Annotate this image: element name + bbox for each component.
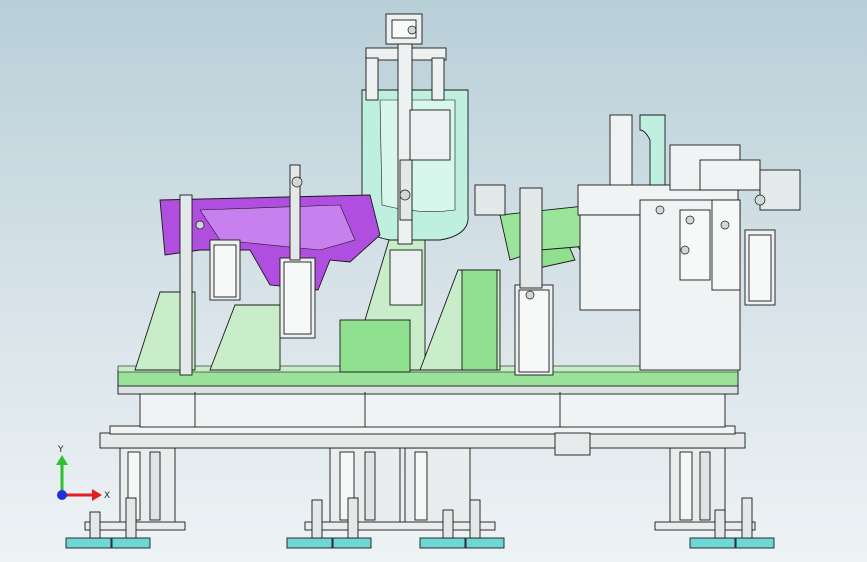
axis-triad: Y X	[56, 445, 110, 501]
base-frame	[99, 383, 746, 456]
base-plate	[117, 369, 739, 387]
y-axis-label: Y	[57, 445, 64, 455]
leveling-feet	[65, 537, 775, 549]
support-legs	[84, 447, 756, 531]
z-axis-dot	[57, 490, 67, 500]
x-axis-label: X	[104, 491, 110, 501]
x-arrowhead	[92, 489, 102, 501]
cad-viewport[interactable]: Y X	[0, 0, 867, 562]
y-arrowhead	[56, 455, 68, 465]
fixture-assembly	[65, 13, 801, 549]
